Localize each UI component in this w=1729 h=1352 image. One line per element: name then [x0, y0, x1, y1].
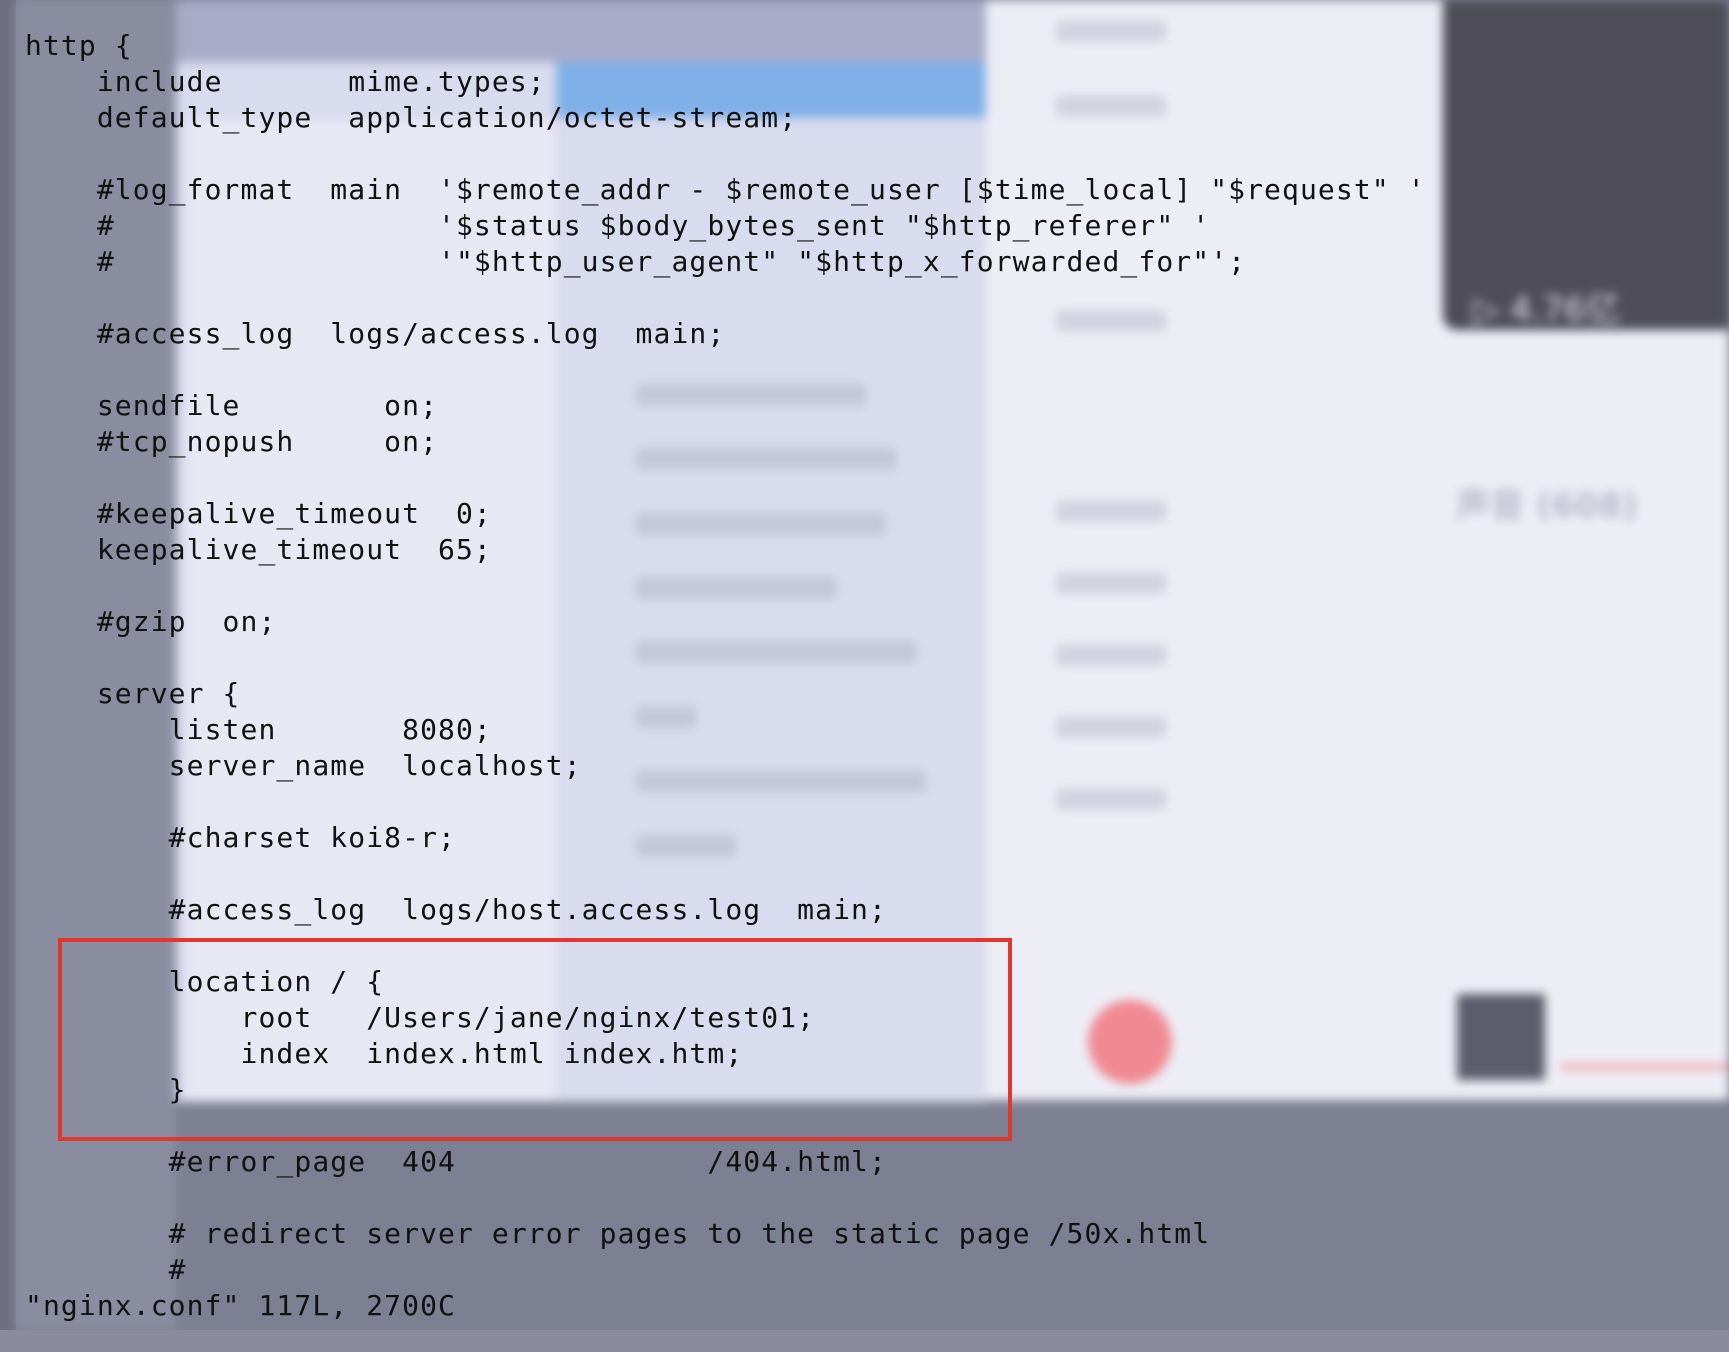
code-line: #access_log logs/access.log main;	[25, 317, 726, 350]
code-line: #tcp_nopush on;	[25, 425, 439, 458]
code-line: #access_log logs/host.access.log main;	[25, 893, 887, 926]
background-play-count: ▷ 4.76亿	[1473, 290, 1620, 330]
code-line: server {	[25, 677, 241, 710]
code-line: #gzip on;	[25, 605, 277, 638]
code-line: #charset koi8-r;	[25, 821, 456, 854]
code-line: #	[25, 1253, 187, 1286]
background-progress-bar	[1561, 1065, 1729, 1069]
code-line: sendfile on;	[25, 389, 439, 422]
code-line: #keepalive_timeout 0;	[25, 497, 492, 530]
background-now-playing-thumb	[1457, 994, 1545, 1080]
code-line: keepalive_timeout 65;	[25, 533, 492, 566]
vim-status-line: "nginx.conf" 117L, 2700C	[25, 1289, 456, 1322]
code-line: default_type application/octet-stream;	[25, 101, 798, 134]
code-line: # redirect server error pages to the sta…	[25, 1217, 1211, 1250]
window-bottom-edge	[0, 1330, 1729, 1352]
location-block-highlight	[58, 938, 1012, 1141]
code-line: server_name localhost;	[25, 749, 582, 782]
background-sounds-heading: 声音 (608)	[1456, 486, 1638, 526]
code-line: listen 8080;	[25, 713, 492, 746]
background-album-cover	[1443, 0, 1729, 330]
code-line: # '"$http_user_agent" "$http_x_forwarded…	[25, 245, 1247, 278]
window-left-edge	[0, 0, 16, 1352]
code-line: #log_format main '$remote_addr - $remote…	[25, 173, 1426, 206]
code-line: http {	[25, 29, 133, 62]
code-line: #error_page 404 /404.html;	[25, 1145, 887, 1178]
code-line: include mime.types;	[25, 65, 546, 98]
code-line: # '$status $body_bytes_sent "$http_refer…	[25, 209, 1211, 242]
